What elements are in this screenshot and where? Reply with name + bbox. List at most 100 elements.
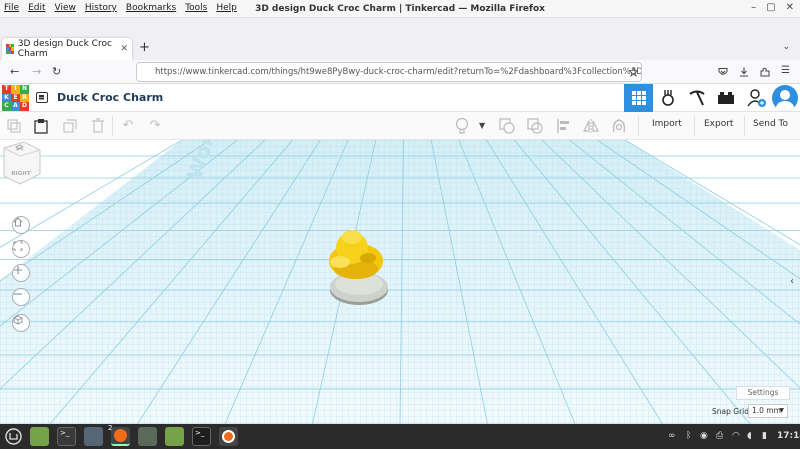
- battery-icon[interactable]: ▮: [762, 431, 767, 441]
- bookmark-star-icon[interactable]: [629, 67, 638, 77]
- design-menu-icon[interactable]: [36, 92, 48, 103]
- logo-letter: K: [2, 93, 11, 103]
- url-text[interactable]: https://www.tinkercad.com/things/ht9we8P…: [155, 67, 641, 77]
- paste-icon[interactable]: [34, 118, 48, 134]
- tab-title: 3D design Duck Croc Charm: [17, 39, 112, 59]
- firefox-taskbar-icon[interactable]: 2: [108, 424, 130, 446]
- workplane-grid[interactable]: Workplane: [0, 140, 800, 424]
- ungroup-icon[interactable]: [527, 118, 543, 134]
- downloads-icon[interactable]: [739, 67, 749, 77]
- menu-bookmarks[interactable]: Bookmarks: [126, 3, 176, 13]
- tab-strip: 3D design Duck Croc Charm ✕ + ⌄: [0, 18, 800, 60]
- bricks-icon[interactable]: [717, 91, 735, 105]
- light-dropdown-icon[interactable]: ▼: [479, 121, 485, 130]
- wifi-icon[interactable]: ◠: [732, 431, 740, 441]
- logo-letter: A: [11, 102, 20, 111]
- network-icon[interactable]: ∞: [668, 431, 676, 441]
- mirror-icon[interactable]: [583, 118, 599, 134]
- light-bulb-icon[interactable]: [455, 117, 469, 135]
- reload-button[interactable]: ↻: [52, 65, 61, 78]
- logo-letter: N: [20, 85, 29, 94]
- menu-history[interactable]: History: [85, 3, 117, 13]
- folder-icon[interactable]: [165, 427, 184, 446]
- logo-letter: R: [20, 93, 29, 103]
- open-menu-icon[interactable]: ☰: [781, 65, 790, 76]
- view-cube[interactable]: RIGHT: [0, 140, 42, 186]
- 3d-view-button[interactable]: [624, 84, 653, 112]
- design-title[interactable]: Duck Croc Charm: [57, 91, 163, 104]
- add-user-icon[interactable]: [747, 88, 767, 108]
- maximize-button[interactable]: ▢: [766, 2, 775, 13]
- printer-icon[interactable]: ⎙: [716, 431, 723, 441]
- menu-bar: File Edit View History Bookmarks Tools H…: [4, 3, 237, 13]
- zoom-out-button[interactable]: [12, 288, 30, 306]
- menu-tools[interactable]: Tools: [185, 3, 207, 13]
- tinkercad-header: T I N K E R C A D Duck Croc Charm: [0, 84, 800, 112]
- user-avatar[interactable]: [772, 85, 798, 111]
- clock[interactable]: 17:14: [777, 431, 800, 441]
- shape-group-icon[interactable]: [499, 118, 515, 134]
- grid-icon: [631, 91, 646, 105]
- duplicate-icon[interactable]: [63, 119, 77, 133]
- close-window-button[interactable]: ✕: [786, 2, 794, 13]
- update-shield-icon[interactable]: ◉: [700, 431, 708, 441]
- plus-icon: [14, 266, 22, 274]
- window-titlebar: File Edit View History Bookmarks Tools H…: [0, 0, 800, 18]
- delete-icon[interactable]: [92, 118, 104, 133]
- snap-grid-select[interactable]: 1.0 mm ▼: [748, 404, 788, 418]
- files-icon[interactable]: [30, 427, 49, 446]
- new-tab-button[interactable]: +: [139, 40, 150, 55]
- copy-icon[interactable]: [7, 119, 21, 133]
- settings-app-icon[interactable]: [138, 427, 157, 446]
- chevron-down-icon: ▼: [779, 407, 784, 414]
- calculator-icon[interactable]: [84, 427, 103, 446]
- menu-view[interactable]: View: [55, 3, 76, 13]
- tinkercad-logo[interactable]: T I N K E R C A D: [2, 85, 29, 111]
- edit-toolbar: ↶ ↷ ▼ Import Export Send To: [0, 112, 800, 140]
- os-taskbar: >_ 2 >_ ∞ ᛒ ◉ ⎙ ◠ ◖ ▮ 17:14: [0, 424, 800, 449]
- import-button[interactable]: Import: [652, 119, 682, 129]
- pocket-icon[interactable]: [718, 67, 728, 77]
- panel-collapse-icon[interactable]: ‹: [790, 276, 794, 287]
- view-cube-label: RIGHT: [11, 171, 30, 177]
- undo-icon[interactable]: ↶: [120, 118, 136, 134]
- home-icon: [13, 217, 23, 227]
- forward-button[interactable]: →: [32, 65, 41, 78]
- redo-icon[interactable]: ↷: [147, 118, 163, 134]
- workplane-viewport[interactable]: Workplane RIGHT Settings Snap G: [0, 140, 800, 424]
- back-button[interactable]: ←: [10, 65, 19, 78]
- terminal-icon[interactable]: >_: [57, 427, 76, 446]
- menu-file[interactable]: File: [4, 3, 19, 13]
- export-button[interactable]: Export: [704, 119, 733, 129]
- settings-button[interactable]: Settings: [736, 386, 790, 400]
- volume-icon[interactable]: ◖: [747, 431, 752, 441]
- fit-all-icon: [13, 241, 23, 251]
- pickaxe-icon[interactable]: [688, 89, 706, 107]
- cruise-icon[interactable]: [611, 118, 627, 134]
- mint-menu-icon[interactable]: [5, 428, 22, 445]
- menu-edit[interactable]: Edit: [28, 3, 45, 13]
- minimize-button[interactable]: –: [751, 2, 756, 13]
- tab-close-icon[interactable]: ✕: [120, 44, 128, 54]
- terminal-2-icon[interactable]: >_: [192, 427, 211, 446]
- extensions-icon[interactable]: [760, 67, 770, 77]
- fit-view-button[interactable]: [12, 240, 30, 258]
- logo-letter: T: [2, 85, 11, 94]
- logo-letter: I: [11, 85, 20, 94]
- snap-grid-label: Snap Grid: [712, 407, 749, 416]
- firefox-app-icon[interactable]: [219, 427, 238, 446]
- list-all-tabs-button[interactable]: ⌄: [782, 42, 790, 52]
- logo-letter: C: [2, 102, 11, 111]
- url-bar[interactable]: https://www.tinkercad.com/things/ht9we8P…: [136, 62, 642, 82]
- menu-help[interactable]: Help: [216, 3, 237, 13]
- send-to-button[interactable]: Send To: [753, 119, 788, 129]
- circuits-icon[interactable]: [659, 89, 677, 107]
- home-view-button[interactable]: [12, 216, 30, 234]
- align-icon[interactable]: [557, 118, 571, 134]
- bluetooth-icon[interactable]: ᛒ: [686, 431, 691, 441]
- projection-toggle-button[interactable]: [12, 314, 30, 332]
- logo-letter: E: [11, 93, 20, 103]
- zoom-in-button[interactable]: [12, 264, 30, 282]
- tab-tinkercad[interactable]: 3D design Duck Croc Charm ✕: [2, 38, 132, 60]
- navigation-bar: ← → ↻ https://www.tinkercad.com/things/h…: [0, 60, 800, 84]
